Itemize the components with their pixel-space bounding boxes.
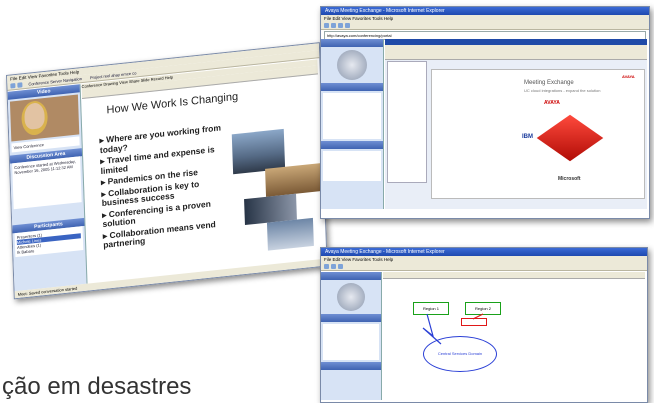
slide-caption: ção em desastres xyxy=(2,373,192,400)
browser-toolbar xyxy=(321,263,647,271)
participants-panel-header xyxy=(321,362,381,370)
refresh-icon[interactable] xyxy=(338,264,343,269)
window-title: Avaya Meeting Exchange - Microsoft Inter… xyxy=(321,7,649,15)
slide-bullets: ▸ Where are you working from today? ▸ Tr… xyxy=(99,123,231,253)
logo-sphere xyxy=(337,50,367,80)
connector-lines xyxy=(422,313,484,345)
discussion-panel-header xyxy=(321,314,381,322)
ppt-toolbar[interactable] xyxy=(385,45,647,60)
slide-outline[interactable] xyxy=(387,61,427,183)
refresh-icon[interactable] xyxy=(338,23,343,28)
home-icon[interactable] xyxy=(345,23,350,28)
participants-list[interactable] xyxy=(323,151,381,181)
forward-icon[interactable] xyxy=(331,23,336,28)
slide-title: Meeting Exchange xyxy=(524,80,574,86)
conference-screenshot-2: Avaya Meeting Exchange - Microsoft Inter… xyxy=(320,6,650,219)
discussion-area[interactable] xyxy=(323,93,381,139)
left-sidebar xyxy=(321,272,382,400)
red-cube-graphic xyxy=(536,114,604,162)
back-icon[interactable] xyxy=(324,264,329,269)
logo-sphere xyxy=(337,283,365,311)
video-feed xyxy=(9,94,80,142)
slide-stage: Conference Drawing View Share Slide Reco… xyxy=(81,59,325,284)
video-panel-header xyxy=(321,39,383,47)
left-sidebar xyxy=(321,39,384,209)
whiteboard[interactable]: Region 1 Region 2 Central Services Domai… xyxy=(383,272,645,400)
forward-icon[interactable] xyxy=(331,264,336,269)
window-title: Avaya Meeting Exchange - Microsoft Inter… xyxy=(321,248,647,256)
microsoft-logo: Microsoft xyxy=(558,176,581,182)
avaya-logo-2: AVAYA xyxy=(544,100,560,106)
video-panel-header xyxy=(321,272,381,280)
browser-menubar[interactable]: File Edit View Favorites Tools Help xyxy=(321,256,647,263)
port-photo xyxy=(266,217,314,251)
browser-menubar[interactable]: File Edit View Favorites Tools Help xyxy=(321,15,649,22)
avaya-logo: AVAYA xyxy=(622,74,635,79)
conference-screenshot-3: Avaya Meeting Exchange - Microsoft Inter… xyxy=(320,247,648,403)
browser-toolbar xyxy=(321,22,649,30)
discussion-area[interactable]: Conference started at Wednesday, Novembe… xyxy=(12,156,82,210)
city-photo xyxy=(265,162,325,197)
ibm-logo: IBM xyxy=(522,134,533,140)
presentation-window: Meeting Exchange UC cloud integrations -… xyxy=(385,39,647,209)
participants-panel-header xyxy=(321,141,383,149)
discussion-area[interactable] xyxy=(323,324,379,360)
person-face xyxy=(24,102,45,131)
conference-screenshot-1: File Edit View Favorites Tools Help Conf… xyxy=(6,42,328,300)
slide-canvas: Meeting Exchange UC cloud integrations -… xyxy=(431,69,645,199)
back-icon[interactable] xyxy=(10,83,16,89)
discussion-panel-header xyxy=(321,83,383,91)
slide-subtitle: UC cloud integrations - expand the solut… xyxy=(524,88,601,93)
left-sidebar: Video View Conference Discussion Area Co… xyxy=(7,84,88,292)
forward-icon[interactable] xyxy=(17,82,23,88)
back-icon[interactable] xyxy=(324,23,329,28)
